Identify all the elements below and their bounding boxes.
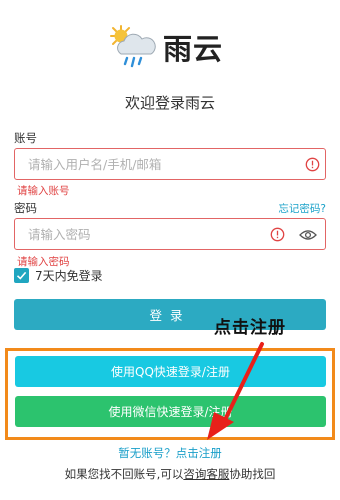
qq-login-button[interactable]: 使用QQ快速登录/注册 bbox=[15, 356, 326, 387]
forgot-password-link[interactable]: 忘记密码? bbox=[278, 201, 326, 216]
customer-service-link[interactable]: 咨询客服 bbox=[183, 467, 229, 481]
register-link[interactable]: 暂无账号？点击注册 bbox=[0, 445, 340, 461]
logo: 雨云 bbox=[107, 22, 223, 72]
wechat-login-button[interactable]: 使用微信快速登录/注册 bbox=[15, 396, 326, 427]
check-icon bbox=[16, 271, 27, 280]
account-label: 账号 bbox=[14, 131, 37, 145]
remember-me[interactable]: 7天内免登录 bbox=[14, 267, 103, 284]
error-icon bbox=[305, 157, 320, 172]
sun-cloud-rain-icon bbox=[110, 25, 156, 68]
account-field-wrapper bbox=[14, 148, 326, 180]
error-icon bbox=[270, 227, 285, 242]
eye-icon[interactable] bbox=[299, 228, 317, 242]
annotation-text: 点击注册 bbox=[214, 318, 286, 338]
remember-label: 7天内免登录 bbox=[35, 269, 103, 283]
help-prefix: 如果您找不回账号,可以 bbox=[64, 467, 184, 481]
logo-text: 雨云 bbox=[163, 32, 224, 66]
account-error-message: 请输入账号 bbox=[17, 185, 70, 197]
page-title: 欢迎登录雨云 bbox=[124, 94, 215, 112]
remember-checkbox[interactable] bbox=[14, 268, 29, 283]
password-field-wrapper bbox=[14, 218, 326, 250]
help-text: 如果您找不回账号,可以咨询客服协助找回 bbox=[0, 466, 340, 482]
account-input[interactable] bbox=[15, 149, 325, 179]
help-suffix: 协助找回 bbox=[229, 467, 276, 481]
password-label: 密码 bbox=[14, 201, 37, 215]
